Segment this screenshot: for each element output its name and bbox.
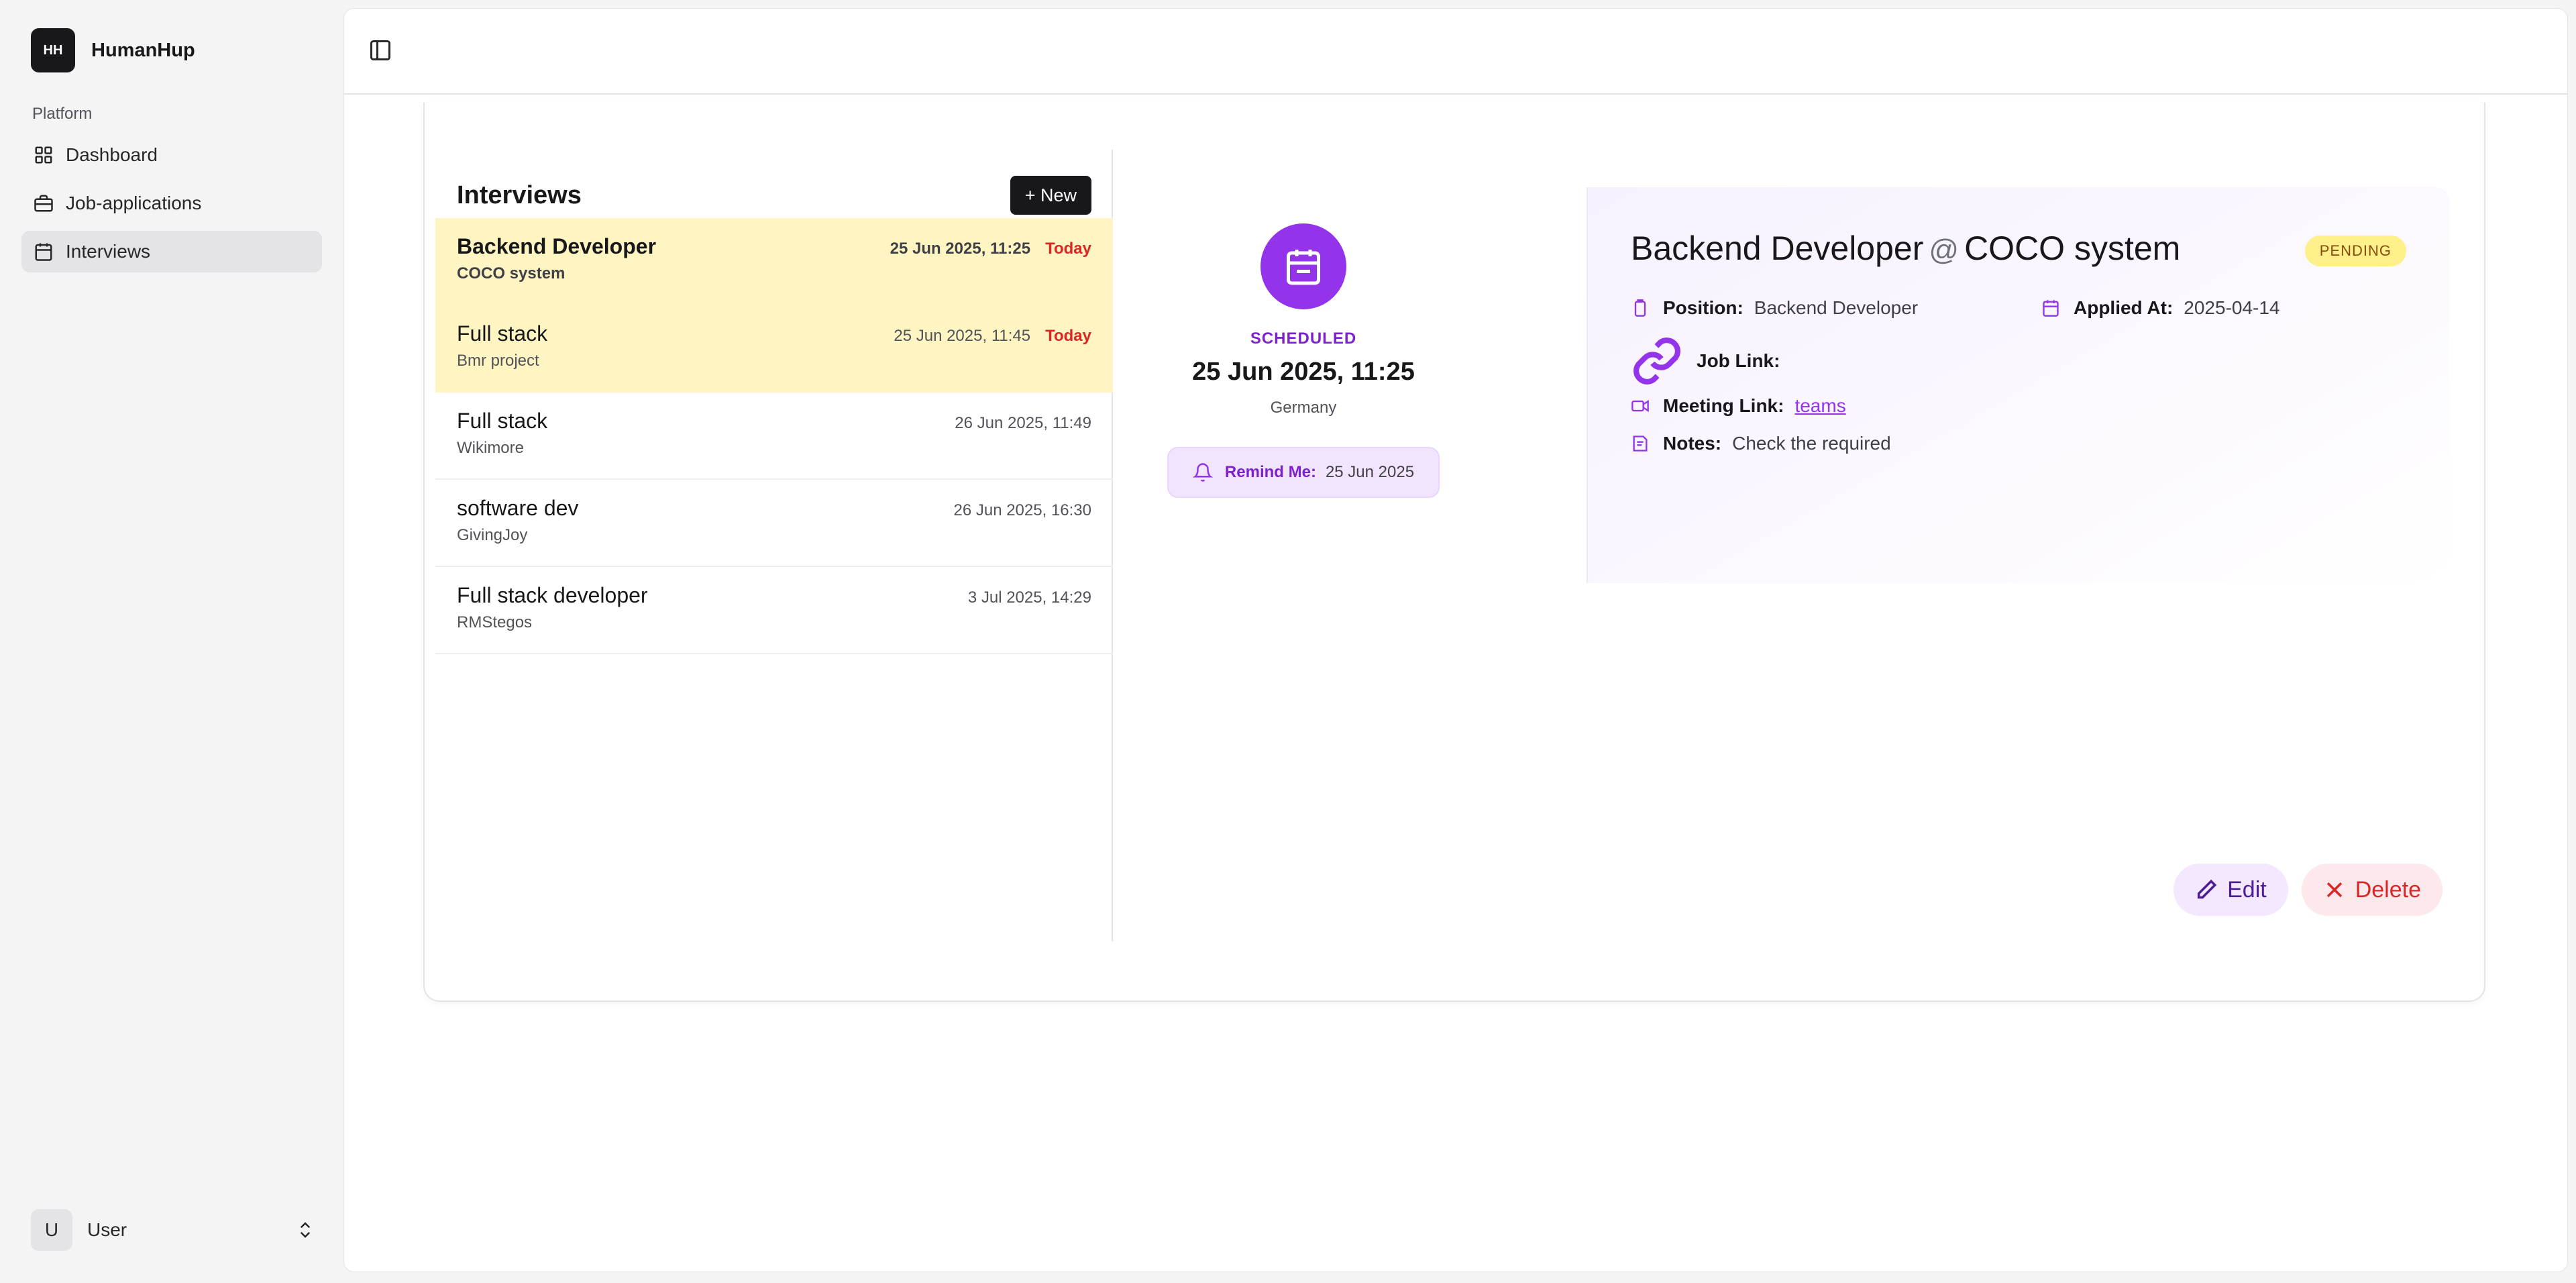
user-menu[interactable]: U User (31, 1208, 315, 1252)
list-item[interactable]: software dev GivingJoy 26 Jun 2025, 16:3… (435, 480, 1113, 567)
meeting-link-line: Meeting Link: teams (1631, 395, 1846, 417)
notes-value: Check the required (1732, 433, 1891, 454)
delete-label: Delete (2355, 876, 2421, 903)
interview-date: 3 Jul 2025, 14:29 (967, 588, 1091, 607)
edit-label: Edit (2227, 876, 2267, 903)
detail-position-title: Backend Developer (1631, 229, 1924, 267)
sidebar-item-job-applications[interactable]: Job-applications (21, 183, 322, 224)
link-icon[interactable] (1631, 335, 1683, 387)
user-name: User (87, 1219, 127, 1240)
at-sign: @ (1929, 234, 1960, 266)
interview-date: 26 Jun 2025, 11:49 (955, 414, 1091, 432)
chevrons-up-down-icon (300, 1222, 311, 1238)
interviews-list: Backend Developer COCO system 25 Jun 202… (435, 218, 1113, 654)
today-badge: Today (1045, 240, 1091, 258)
interview-company: COCO system (457, 264, 566, 283)
schedule-status: SCHEDULED (1250, 329, 1357, 348)
dashboard-icon (35, 146, 52, 164)
interview-company: Bmr project (457, 352, 539, 370)
job-link-line: Job Link: (1631, 335, 1790, 387)
sidebar-item-label: Job-applications (66, 193, 202, 213)
notes-label: Notes: (1663, 433, 1722, 454)
detail-title: Backend Developer @ COCO system (1631, 229, 2180, 268)
notes-line: Notes: Check the required (1631, 433, 1891, 454)
remind-value: 25 Jun 2025 (1325, 463, 1415, 481)
position-value: Backend Developer (1754, 297, 1919, 318)
sticky-note-icon (1633, 435, 1648, 452)
today-badge: Today (1045, 327, 1091, 345)
status-badge: PENDING (2304, 236, 2406, 266)
applied-label: Applied At: (2074, 297, 2174, 318)
sidebar-toggle-button[interactable] (368, 38, 395, 65)
clipboard-icon (1634, 299, 1646, 317)
sidebar-item-label: Dashboard (66, 144, 158, 165)
interview-company: GivingJoy (457, 526, 528, 544)
avatar: U (31, 1209, 72, 1251)
calendar-icon (2043, 300, 2059, 317)
panel-left-icon (370, 40, 390, 60)
interviews-card: Interviews + New Backend Developer COCO … (423, 103, 2485, 1002)
remind-me-chip[interactable]: Remind Me: 25 Jun 2025 (1167, 447, 1440, 498)
brand-logo: HH (31, 28, 75, 72)
calendar-icon (35, 243, 52, 261)
calendar-icon (1287, 250, 1320, 285)
edit-button[interactable]: Edit (2174, 864, 2288, 916)
delete-button[interactable]: Delete (2301, 864, 2443, 916)
page-title: Interviews (457, 181, 582, 209)
interview-details: Backend Developer @ COCO system PENDING Po… (1587, 187, 2449, 583)
list-item[interactable]: Backend Developer COCO system 25 Jun 202… (435, 218, 1113, 305)
detail-company-title: COCO system (1964, 229, 2181, 267)
interview-date: 26 Jun 2025, 16:30 (953, 501, 1091, 519)
sidebar: HH HumanHup Platform Dashboard Job-appli… (0, 0, 342, 1283)
interviews-list-panel: Interviews + New Backend Developer COCO … (435, 150, 1113, 941)
list-item[interactable]: Full stack Bmr project 25 Jun 2025, 11:4… (435, 305, 1113, 393)
schedule-summary: SCHEDULED 25 Jun 2025, 11:25 Germany Rem… (1163, 223, 1444, 498)
sidebar-nav: Dashboard Job-applications Interviews (21, 134, 322, 279)
schedule-location: Germany (1270, 399, 1337, 417)
position-line: Position: Backend Developer (1631, 297, 1918, 319)
schedule-date: 25 Jun 2025, 11:25 (1192, 358, 1415, 386)
list-item[interactable]: Full stack Wikimore 26 Jun 2025, 11:49 (435, 393, 1113, 480)
main-content: Interviews + New Backend Developer COCO … (343, 8, 2568, 1272)
interview-company: Wikimore (457, 439, 524, 457)
brand-name: HumanHup (91, 39, 195, 61)
sidebar-item-dashboard[interactable]: Dashboard (21, 134, 322, 176)
meeting-link[interactable]: teams (1794, 395, 1845, 417)
position-label: Position: (1663, 297, 1743, 318)
interview-date: 25 Jun 2025, 11:25 (890, 240, 1031, 258)
new-interview-button[interactable]: + New (1010, 176, 1091, 215)
sidebar-item-interviews[interactable]: Interviews (21, 231, 322, 272)
meeting-link-label: Meeting Link: (1663, 395, 1784, 416)
topbar (344, 9, 2567, 95)
bell-icon (1192, 463, 1213, 482)
detail-actions: Edit Delete (2160, 864, 2443, 916)
video-icon (1631, 399, 1649, 413)
brand[interactable]: HH HumanHup (31, 28, 195, 72)
list-item[interactable]: Full stack developer RMStegos 3 Jul 2025… (435, 567, 1113, 654)
calendar-badge (1260, 223, 1346, 309)
briefcase-icon (34, 195, 53, 212)
sidebar-item-label: Interviews (66, 241, 151, 262)
pencil-icon (2198, 879, 2217, 899)
close-icon (2326, 882, 2342, 898)
sidebar-group-label: Platform (32, 105, 93, 123)
remind-label: Remind Me: (1224, 463, 1316, 481)
job-link-label: Job Link: (1697, 350, 1780, 371)
applied-line: Applied At: 2025-04-14 (2041, 297, 2280, 319)
interview-company: RMStegos (457, 613, 533, 631)
list-header: Interviews + New (457, 175, 1091, 215)
interview-date: 25 Jun 2025, 11:45 (894, 327, 1031, 345)
applied-value: 2025-04-14 (2184, 297, 2280, 318)
